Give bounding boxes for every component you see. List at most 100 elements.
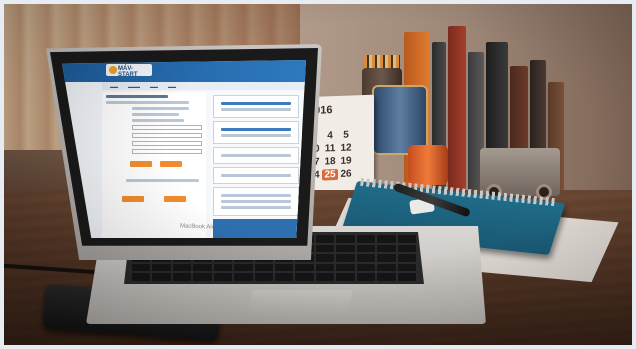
form-buttons-row bbox=[102, 157, 206, 176]
key bbox=[315, 235, 335, 243]
nav-item: ▬▬ bbox=[150, 84, 158, 89]
website-nav: ▬▬ ▬▬▬ ▬▬ ▬▬ bbox=[102, 82, 306, 90]
calendar-day: 25 bbox=[322, 168, 338, 181]
form-option bbox=[132, 119, 184, 122]
form-button bbox=[160, 161, 183, 167]
key bbox=[132, 263, 151, 272]
key bbox=[356, 254, 376, 262]
sidebar-box bbox=[213, 95, 299, 118]
sidebar-line bbox=[221, 174, 291, 177]
form-note bbox=[126, 179, 199, 182]
form-button bbox=[130, 161, 152, 167]
calendar-day: 11 bbox=[324, 143, 336, 155]
laptop-screen: MÁV-START ▬▬ ▬▬▬ ▬▬ ▬▬ bbox=[62, 60, 306, 238]
form-field bbox=[132, 141, 202, 146]
key bbox=[336, 235, 355, 243]
key bbox=[377, 235, 396, 243]
key bbox=[336, 244, 355, 253]
key bbox=[213, 273, 233, 281]
sidebar-line bbox=[221, 200, 291, 203]
sidebar-box bbox=[213, 187, 299, 216]
key bbox=[377, 273, 396, 281]
logo-mark-icon bbox=[109, 66, 117, 74]
key bbox=[397, 235, 416, 243]
site-logo-text: MÁV-START bbox=[118, 66, 138, 78]
sidebar-line bbox=[221, 108, 291, 111]
calendar-day: 18 bbox=[324, 156, 336, 168]
key bbox=[315, 244, 335, 253]
key bbox=[397, 254, 416, 262]
form-subheading bbox=[106, 101, 190, 104]
laptop-brand-label: MacBook Air bbox=[179, 223, 214, 231]
key bbox=[315, 263, 335, 272]
form-button bbox=[122, 196, 144, 202]
form-field bbox=[132, 149, 202, 154]
sidebar-box bbox=[213, 167, 299, 184]
form-submit-row bbox=[102, 192, 206, 211]
sidebar-line bbox=[221, 194, 291, 197]
sidebar-line bbox=[221, 206, 291, 209]
key bbox=[234, 263, 253, 272]
trackpad bbox=[247, 290, 353, 316]
key bbox=[295, 263, 314, 272]
key bbox=[315, 273, 335, 281]
sidebar-panel bbox=[210, 92, 302, 238]
calendar-day bbox=[354, 155, 370, 167]
calendar-day: 5 bbox=[343, 129, 349, 141]
calendar-day bbox=[354, 129, 370, 141]
key bbox=[254, 273, 273, 281]
form-button bbox=[164, 196, 187, 202]
key bbox=[356, 235, 376, 243]
booking-form-panel bbox=[102, 92, 206, 238]
book bbox=[448, 26, 466, 192]
key bbox=[315, 254, 335, 262]
key bbox=[172, 263, 192, 272]
key bbox=[356, 273, 376, 281]
key bbox=[336, 254, 355, 262]
key bbox=[377, 244, 396, 253]
key bbox=[193, 273, 212, 281]
form-field bbox=[132, 125, 202, 130]
sidebar-box bbox=[213, 147, 299, 164]
key bbox=[152, 263, 171, 272]
photo-scene: 2016 3 4 5 10 11 12 17 18 19 24 25 26 bbox=[0, 0, 636, 349]
sidebar-box bbox=[213, 121, 299, 144]
calendar-day bbox=[354, 142, 370, 154]
form-option bbox=[132, 113, 179, 116]
toy-truck bbox=[480, 148, 560, 200]
key bbox=[275, 263, 294, 272]
website-header: MÁV-START bbox=[62, 60, 306, 82]
sidebar-promo bbox=[213, 219, 299, 238]
nav-item: ▬▬ bbox=[168, 84, 176, 89]
form-option bbox=[132, 107, 190, 110]
key bbox=[397, 273, 416, 281]
key bbox=[397, 244, 416, 253]
key bbox=[172, 273, 192, 281]
key bbox=[397, 263, 416, 272]
form-heading bbox=[106, 95, 169, 98]
key bbox=[275, 273, 294, 281]
key bbox=[132, 273, 151, 281]
calendar-day: 19 bbox=[340, 155, 352, 167]
nav-item: ▬▬ bbox=[110, 84, 118, 89]
key bbox=[336, 273, 355, 281]
key bbox=[356, 263, 376, 272]
sidebar-line bbox=[221, 134, 291, 137]
orange-tin bbox=[408, 145, 448, 185]
key bbox=[152, 273, 171, 281]
key bbox=[336, 263, 355, 272]
key bbox=[234, 273, 253, 281]
key bbox=[377, 254, 396, 262]
calendar-day: 26 bbox=[340, 168, 352, 180]
sidebar-line bbox=[221, 102, 291, 105]
calendar-day: 12 bbox=[340, 142, 352, 154]
sidebar-line bbox=[221, 128, 291, 131]
calendar-day: 4 bbox=[327, 130, 333, 142]
key bbox=[254, 263, 273, 272]
sidebar-line bbox=[221, 154, 291, 157]
site-logo: MÁV-START bbox=[106, 64, 152, 78]
key bbox=[213, 263, 233, 272]
key bbox=[377, 263, 396, 272]
key bbox=[295, 273, 314, 281]
key bbox=[356, 244, 376, 253]
